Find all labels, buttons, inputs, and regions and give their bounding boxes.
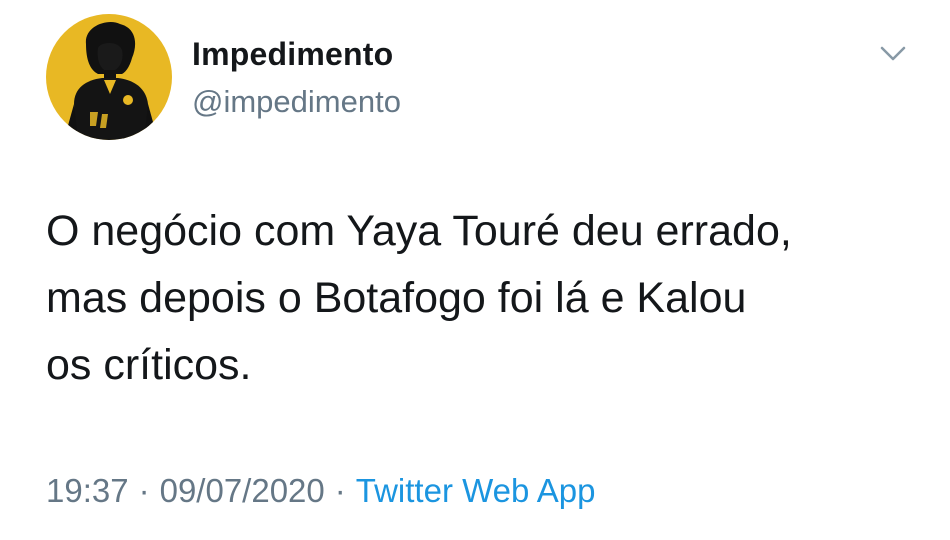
- display-name[interactable]: Impedimento: [192, 36, 393, 73]
- meta-separator: ·: [138, 472, 150, 509]
- meta-separator: ·: [334, 472, 346, 509]
- tweet-date[interactable]: 09/07/2020: [160, 472, 325, 509]
- tweet-text: O negócio com Yaya Touré deu errado, mas…: [46, 207, 792, 389]
- tweet-source-link[interactable]: Twitter Web App: [356, 472, 596, 509]
- avatar[interactable]: [46, 14, 172, 140]
- tweet-card: Impedimento @impedimento O negócio com Y…: [0, 0, 950, 540]
- player-silhouette-icon: [46, 14, 172, 140]
- tweet-meta: 19:37 · 09/07/2020 · Twitter Web App: [46, 472, 595, 510]
- user-handle[interactable]: @impedimento: [192, 84, 401, 120]
- chevron-down-icon[interactable]: [876, 40, 910, 66]
- tweet-time[interactable]: 19:37: [46, 472, 129, 509]
